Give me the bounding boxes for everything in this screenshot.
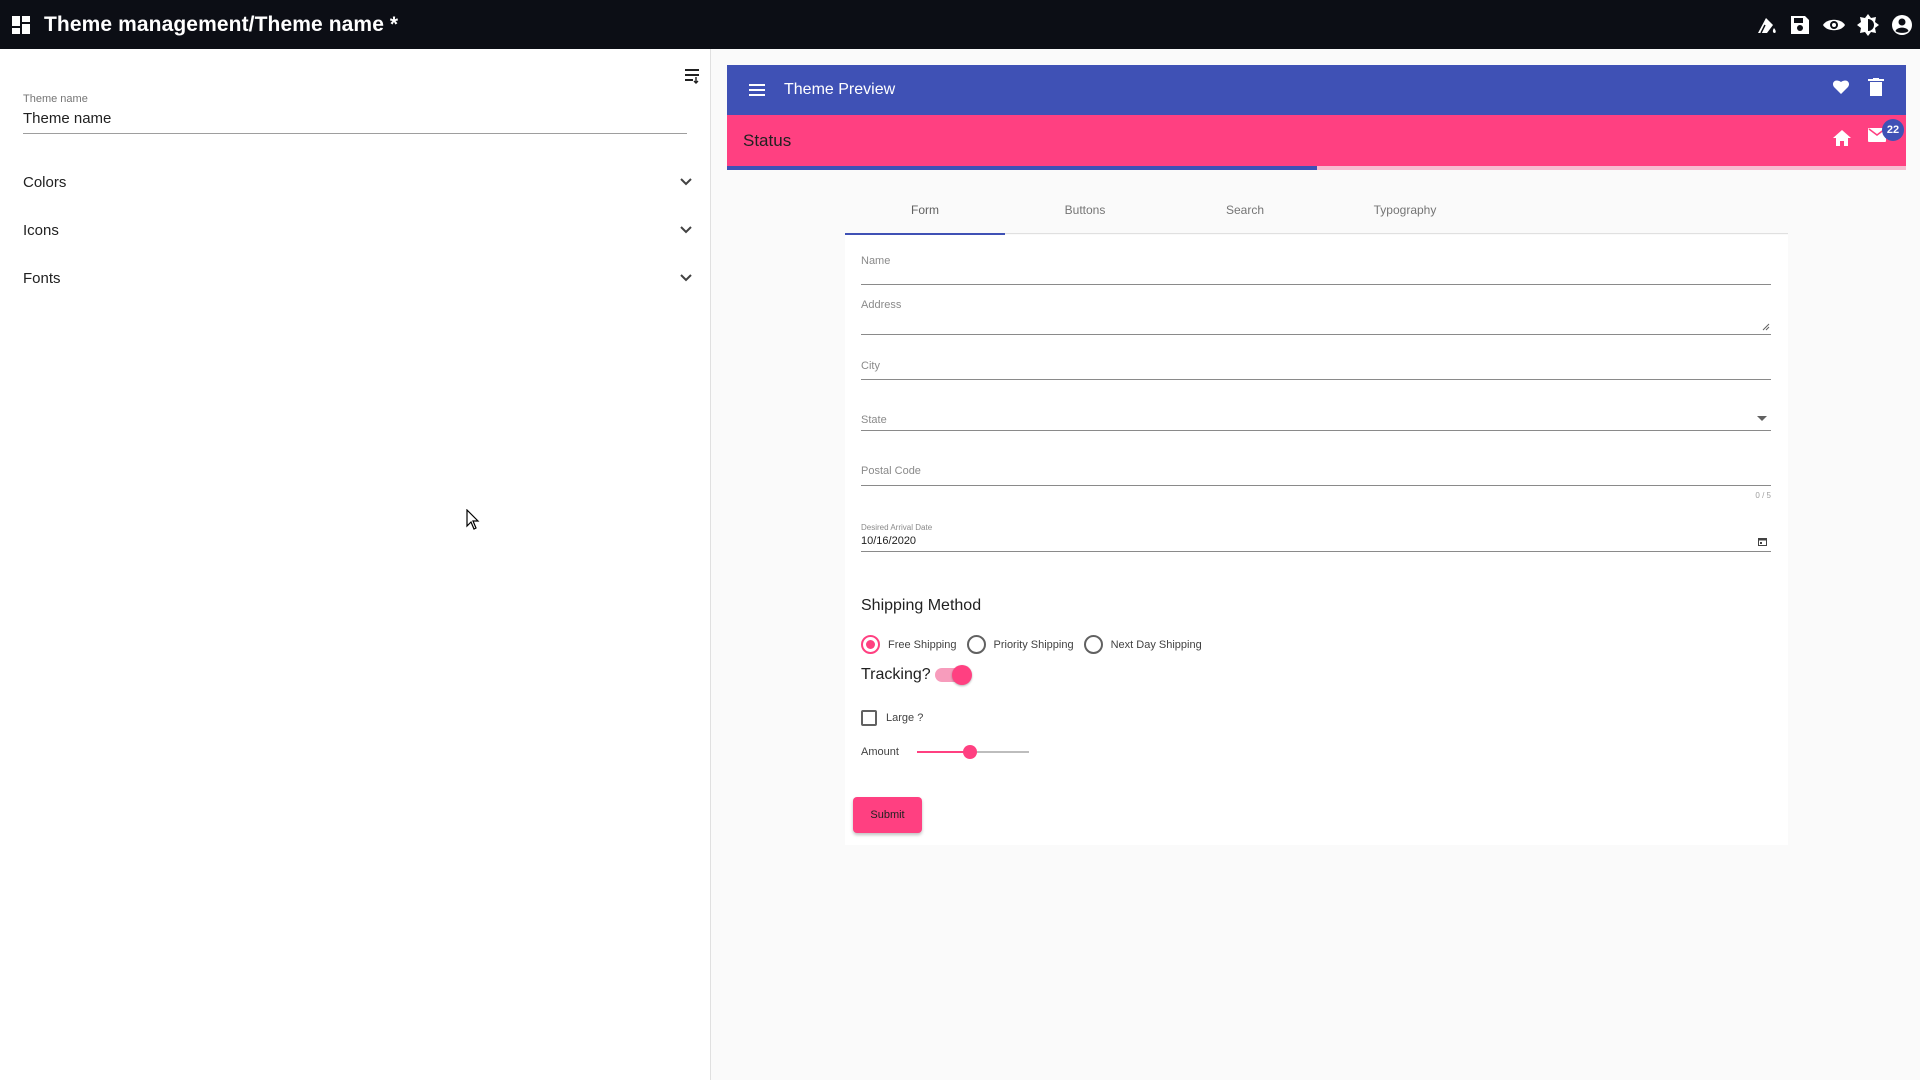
- arrival-date-label: Desired Arrival Date: [861, 523, 933, 532]
- shipping-form: Name Address City State Postal Code 0 / …: [845, 235, 1788, 845]
- address-placeholder: Address: [861, 299, 902, 311]
- progress-bar: [727, 166, 1906, 170]
- dropdown-arrow-icon: [1757, 416, 1767, 421]
- theme-name-field[interactable]: Theme name Theme name: [23, 93, 687, 134]
- theme-name-label: Theme name: [23, 93, 88, 105]
- page-title: Theme management/Theme name *: [44, 12, 399, 36]
- mouse-cursor-icon: [466, 509, 480, 530]
- shipping-radio-group: Free Shipping Priority Shipping Next Day…: [861, 635, 1212, 654]
- tab-form[interactable]: Form: [845, 186, 1005, 235]
- tracking-label: Tracking?: [861, 666, 931, 683]
- radio-free-shipping[interactable]: Free Shipping: [861, 635, 957, 654]
- tab-buttons[interactable]: Buttons: [1005, 186, 1165, 234]
- chevron-down-icon: [680, 226, 692, 234]
- radio-label: Priority Shipping: [993, 638, 1074, 651]
- submit-button[interactable]: Submit: [853, 797, 922, 833]
- expansion-label-icons: Icons: [23, 221, 59, 239]
- delete-icon[interactable]: [1868, 78, 1884, 96]
- preview-title: Theme Preview: [784, 81, 896, 98]
- notification-badge: 22: [1882, 119, 1904, 141]
- sort-menu-icon[interactable]: [682, 65, 702, 85]
- city-placeholder: City: [861, 360, 880, 372]
- account-icon[interactable]: [1890, 13, 1914, 37]
- radio-circle: [861, 635, 880, 654]
- radio-next-day-shipping[interactable]: Next Day Shipping: [1083, 635, 1202, 654]
- large-label: Large ?: [886, 712, 924, 724]
- brightness-icon[interactable]: [1856, 13, 1880, 37]
- expansion-panel-fonts[interactable]: Fonts: [23, 263, 693, 293]
- calendar-icon[interactable]: [1758, 537, 1767, 546]
- postal-code-field[interactable]: Postal Code: [861, 465, 1771, 486]
- radio-circle: [966, 635, 986, 654]
- top-app-bar: Theme management/Theme name *: [0, 0, 1920, 49]
- radio-priority-shipping[interactable]: Priority Shipping: [966, 635, 1074, 654]
- resize-handle-icon[interactable]: [1762, 323, 1770, 331]
- theme-preview: Theme Preview Status 22 Form Buttons Sea…: [727, 65, 1906, 1080]
- tab-typography[interactable]: Typography: [1325, 186, 1485, 234]
- name-field[interactable]: Name: [861, 255, 1771, 285]
- top-actions: [1754, 0, 1914, 49]
- theme-settings-panel: Theme name Theme name Colors Icons Fonts: [0, 49, 711, 1080]
- radio-label: Free Shipping: [888, 638, 957, 651]
- checkbox-box: [861, 710, 877, 726]
- radio-label: Next Day Shipping: [1110, 638, 1202, 651]
- expansion-panel-colors[interactable]: Colors: [23, 167, 693, 197]
- amount-row: Amount: [861, 742, 1029, 762]
- expansion-panel-icons[interactable]: Icons: [23, 215, 693, 245]
- expansion-label-colors: Colors: [23, 173, 67, 191]
- status-title: Status: [743, 130, 792, 150]
- amount-label: Amount: [861, 746, 899, 758]
- slider-thumb[interactable]: [962, 745, 977, 759]
- progress-fill: [727, 166, 1317, 170]
- home-icon[interactable]: [1833, 129, 1851, 146]
- postal-code-hint: 0 / 5: [1755, 491, 1771, 500]
- shipping-method-title: Shipping Method: [861, 597, 982, 614]
- name-placeholder: Name: [861, 255, 891, 267]
- slider-fill: [916, 751, 970, 753]
- toggle-knob: [951, 665, 972, 685]
- postal-code-placeholder: Postal Code: [861, 465, 921, 477]
- address-field[interactable]: Address: [861, 299, 1771, 335]
- save-icon[interactable]: [1788, 13, 1812, 37]
- status-bar: Status 22: [727, 115, 1906, 166]
- tracking-toggle[interactable]: [934, 665, 972, 685]
- expansion-label-fonts: Fonts: [23, 269, 61, 287]
- mail-button[interactable]: 22: [1868, 119, 1904, 147]
- preview-tabs: Form Buttons Search Typography: [845, 186, 1788, 235]
- tab-search[interactable]: Search: [1165, 186, 1325, 234]
- menu-icon[interactable]: [749, 83, 767, 97]
- dashboard-icon[interactable]: [12, 15, 30, 34]
- state-select[interactable]: State: [861, 414, 1771, 431]
- chevron-down-icon: [680, 274, 692, 282]
- fill-drip-icon[interactable]: [1754, 13, 1778, 37]
- large-checkbox[interactable]: Large ?: [861, 710, 923, 726]
- tracking-row: Tracking?: [861, 665, 972, 685]
- preview-toolbar: Theme Preview: [727, 65, 1906, 115]
- arrival-date-field[interactable]: Desired Arrival Date 10/16/2020: [861, 523, 1771, 552]
- heart-icon[interactable]: [1832, 78, 1850, 96]
- city-field[interactable]: City: [861, 360, 1771, 380]
- arrival-date-value: 10/16/2020: [861, 535, 917, 547]
- state-placeholder: State: [861, 414, 887, 426]
- amount-slider[interactable]: [916, 742, 1029, 762]
- theme-name-input[interactable]: Theme name: [23, 110, 687, 134]
- radio-circle: [1083, 635, 1103, 654]
- eye-icon[interactable]: [1822, 13, 1846, 37]
- chevron-down-icon: [680, 178, 692, 186]
